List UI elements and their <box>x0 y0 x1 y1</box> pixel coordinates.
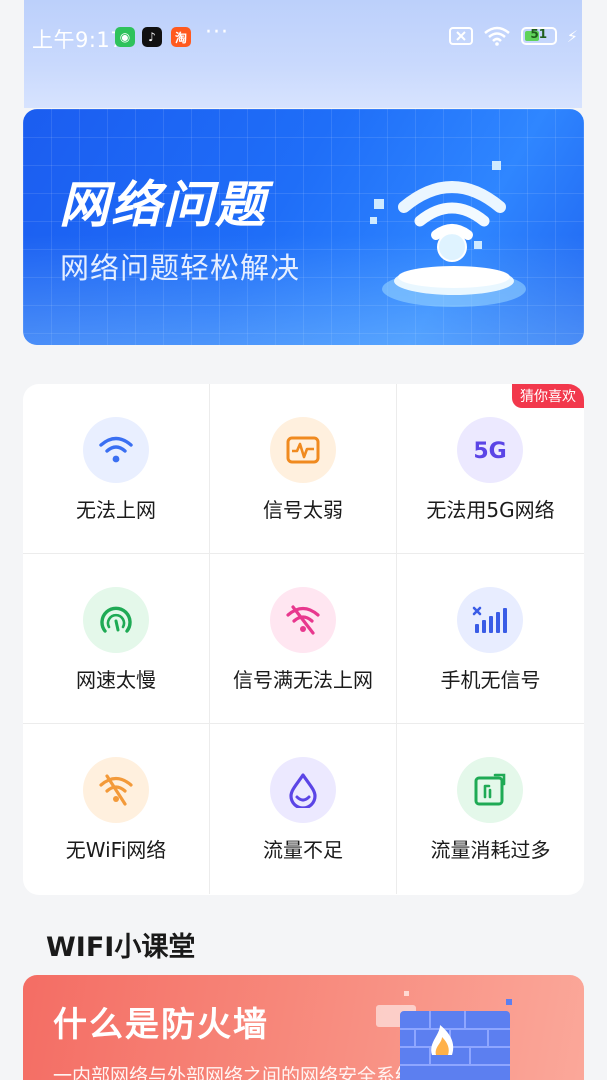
hero-banner[interactable]: 网络问题 网络问题轻松解决 <box>23 109 584 345</box>
tile-icon-bg <box>83 587 149 653</box>
tile-full-signal-no-internet[interactable]: 信号满无法上网 <box>210 554 397 724</box>
tile-icon-bg <box>83 757 149 823</box>
status-time: 上午9:17 <box>32 28 125 52</box>
status-bar: 上午9:17 ◉ ♪ 淘 ··· 51 ⚡ <box>24 0 582 108</box>
data-usage-icon <box>474 773 506 806</box>
tile-slow-speed[interactable]: 网速太慢 <box>23 554 210 724</box>
tile-low-data[interactable]: 流量不足 <box>210 724 397 894</box>
tiktok-icon: ♪ <box>142 27 162 47</box>
5g-icon: 5G <box>473 439 506 464</box>
battery-icon: 51 <box>520 27 557 45</box>
wifi-crossed-icon <box>99 774 133 806</box>
wifi-status-icon <box>483 26 510 46</box>
no-signal-icon <box>472 606 507 633</box>
tile-no-5g[interactable]: 5G 无法用5G网络 猜你喜欢 <box>397 384 584 554</box>
wifi-off-icon <box>286 605 320 635</box>
lesson-card-firewall[interactable]: 什么是防火墙 一内部网络与外部网络之间的网络安全系统 <box>23 975 584 1080</box>
lesson-title: 什么是防火墙 <box>53 1005 269 1045</box>
taobao-icon: 淘 <box>171 27 191 47</box>
tile-label: 信号太弱 <box>263 498 343 522</box>
banner-title: 网络问题 <box>59 176 267 234</box>
tile-icon-bg <box>457 757 523 823</box>
signal-weak-icon <box>286 436 320 464</box>
wifi-podium-illustration <box>370 161 526 307</box>
banner-subtitle: 网络问题轻松解决 <box>60 251 301 285</box>
tile-no-phone-signal[interactable]: 手机无信号 <box>397 554 584 724</box>
speedometer-icon <box>100 606 132 633</box>
battery-level: 51 <box>530 27 548 41</box>
svg-text:5G: 5G <box>473 439 506 464</box>
tile-label: 手机无信号 <box>440 668 541 692</box>
tile-icon-bg <box>270 587 336 653</box>
firewall-illustration <box>376 991 512 1080</box>
tile-icon-bg <box>83 417 149 483</box>
more-notifications-icon: ··· <box>205 20 229 45</box>
guess-you-like-badge: 猜你喜欢 <box>512 384 584 408</box>
section-title: WIFI小课堂 <box>46 932 196 963</box>
tile-label: 无法用5G网络 <box>426 498 555 522</box>
tile-weak-signal[interactable]: 信号太弱 <box>210 384 397 554</box>
tile-label: 信号满无法上网 <box>233 668 373 692</box>
water-drop-icon <box>289 773 317 808</box>
wifi-icon <box>99 436 133 463</box>
tile-no-internet[interactable]: 无法上网 <box>23 384 210 554</box>
tile-icon-bg <box>270 417 336 483</box>
lesson-subtitle: 一内部网络与外部网络之间的网络安全系统 <box>53 1065 415 1080</box>
tile-label: 无法上网 <box>76 498 156 522</box>
tile-icon-bg: 5G <box>457 417 523 483</box>
tile-label: 无WiFi网络 <box>65 838 167 862</box>
tile-label: 网速太慢 <box>76 668 156 692</box>
tile-label: 流量消耗过多 <box>430 838 551 862</box>
sim-card-icon <box>448 27 473 45</box>
problem-grid: 无法上网 信号太弱 5G 无法用5G网络 猜你喜欢 网速太慢 信号满无法上网 手… <box>23 384 584 895</box>
status-right: 51 ⚡ <box>448 26 578 46</box>
wechat-robot-icon: ◉ <box>115 27 135 47</box>
tile-icon-bg <box>270 757 336 823</box>
charging-icon: ⚡ <box>566 26 578 46</box>
tile-label: 流量不足 <box>263 838 343 862</box>
tile-no-wifi[interactable]: 无WiFi网络 <box>23 724 210 894</box>
tile-icon-bg <box>457 587 523 653</box>
tile-excess-data-usage[interactable]: 流量消耗过多 <box>397 724 584 894</box>
